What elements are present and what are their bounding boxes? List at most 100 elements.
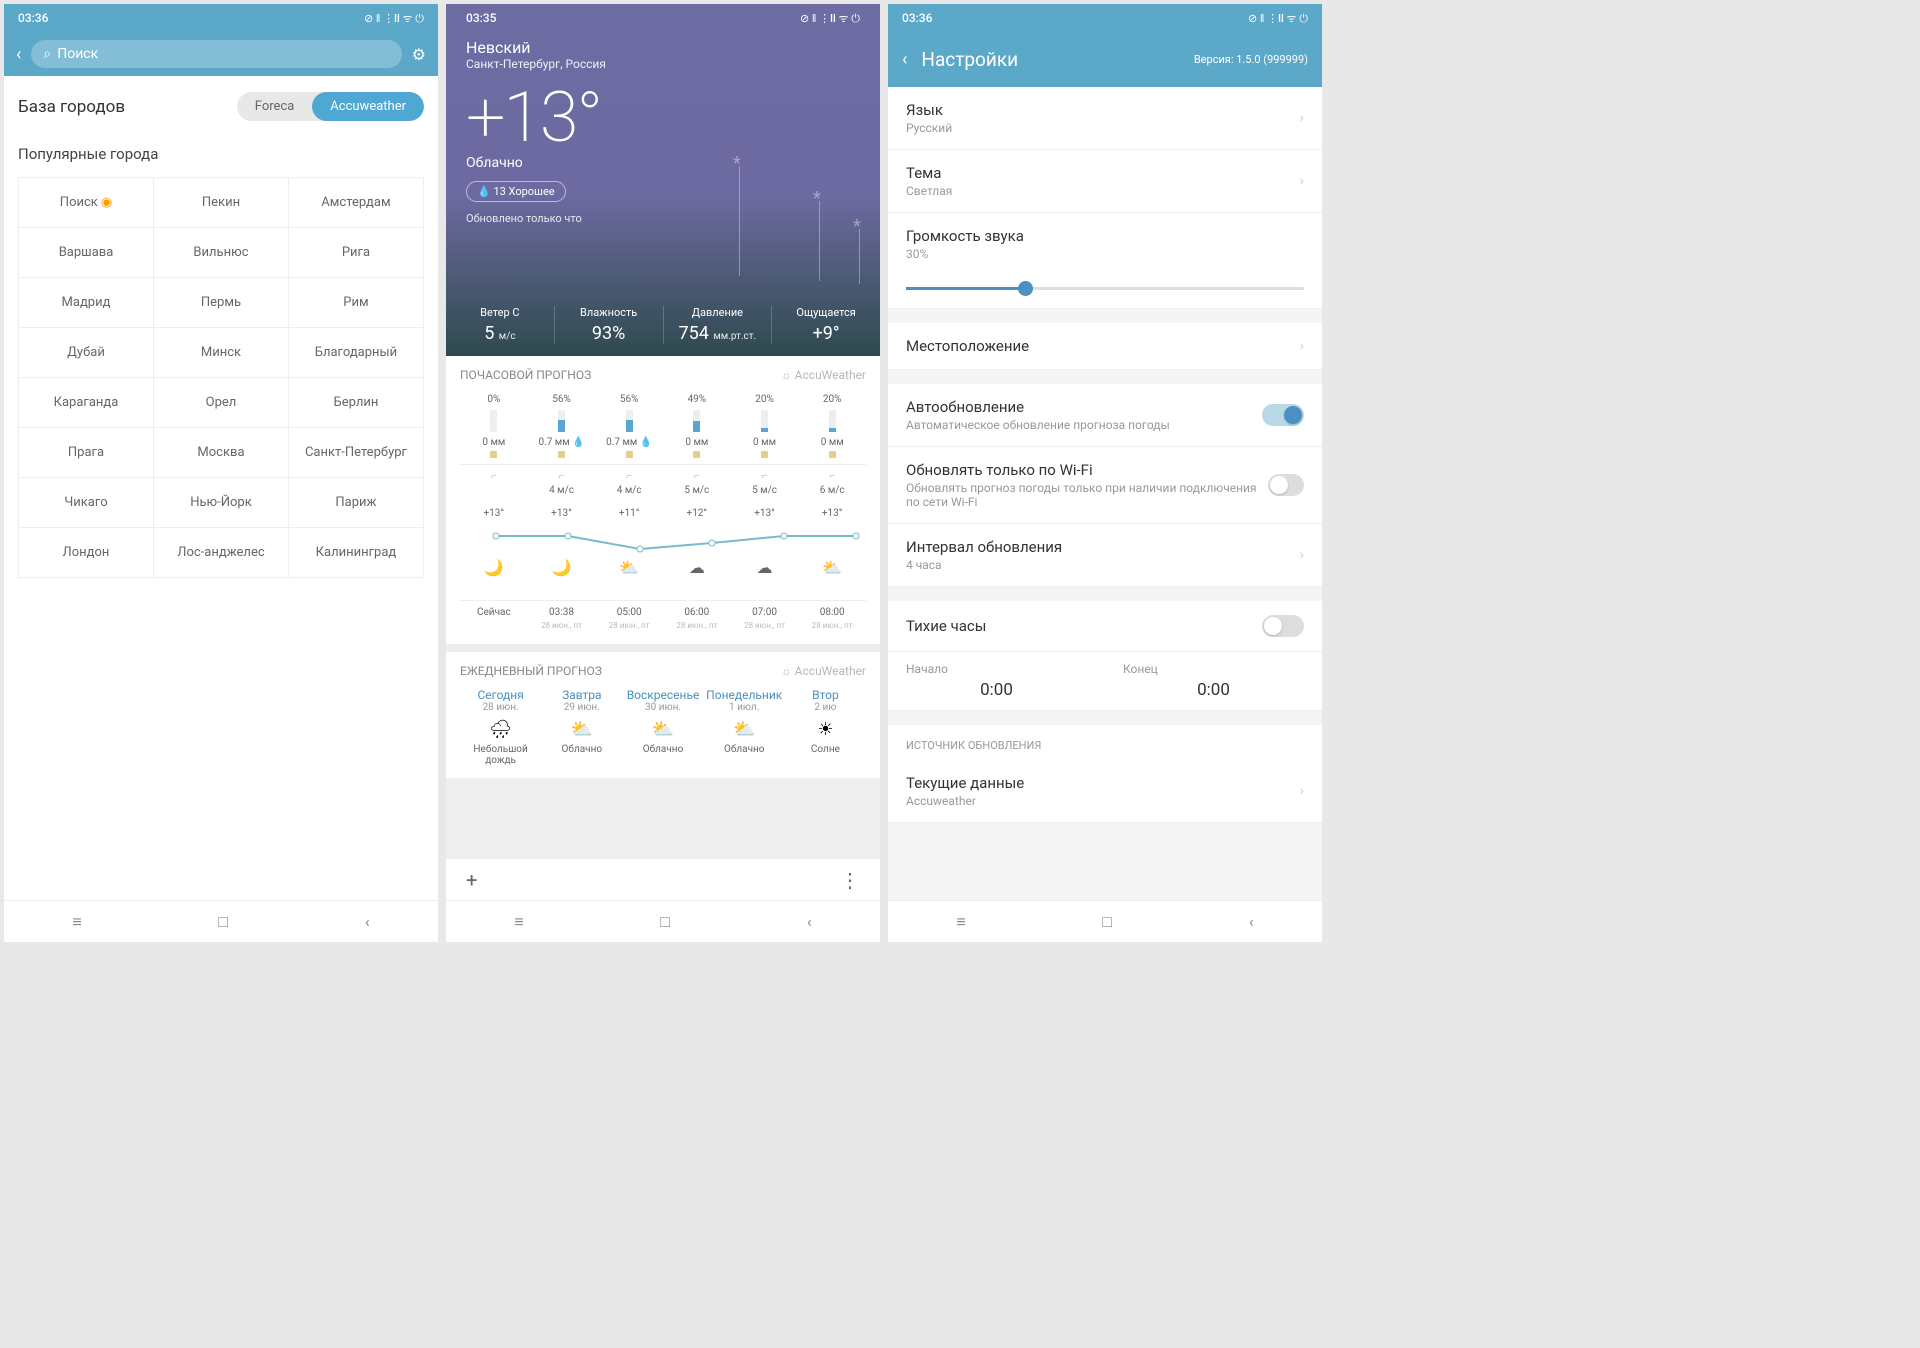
phone-settings: 03:36 ⊘ ‖ ⋮ll ᯤ ⏻ ‹Настройки Версия: 1.5… — [888, 4, 1322, 942]
status-time: 03:36 — [902, 11, 932, 25]
search-icon: ⌕ — [43, 46, 51, 62]
city-cell[interactable]: Лондон — [19, 528, 154, 578]
chevron-right-icon: › — [1300, 547, 1304, 563]
day-cell[interactable]: Понедельник1 июл.⛅Облачно — [704, 688, 785, 766]
city-cell[interactable]: Дубай — [19, 328, 154, 378]
city-cell[interactable]: Вильнюс — [154, 228, 289, 278]
hour-precip: 56%0.7 мм 💧 — [528, 392, 596, 460]
hour-temp: +11° — [595, 506, 663, 526]
tab-accuweather[interactable]: Accuweather — [312, 92, 424, 121]
hourly-title: ПОЧАСОВОЙ ПРОГНОЗ — [460, 368, 591, 382]
accuweather-logo: ☼ AccuWeather — [781, 368, 866, 382]
hour-wind: ⌐5 м/с — [663, 469, 731, 498]
location-name: Невский — [466, 32, 860, 57]
nav-home-icon[interactable]: □ — [1102, 912, 1112, 932]
chevron-right-icon: › — [1300, 338, 1304, 354]
nav-menu-icon[interactable]: ≡ — [72, 912, 81, 932]
city-cell[interactable]: Нью-Йорк — [154, 478, 289, 528]
add-button[interactable]: + — [466, 868, 477, 892]
nav-home-icon[interactable]: □ — [660, 912, 670, 932]
toggle-quiet-hours[interactable] — [1262, 615, 1304, 637]
hour-time: 05:0028 июн., пт — [595, 605, 663, 632]
row-location[interactable]: Местоположение› — [888, 323, 1322, 370]
city-cell[interactable]: Москва — [154, 428, 289, 478]
search-placeholder: Поиск — [57, 46, 98, 62]
chevron-right-icon: › — [1300, 173, 1304, 189]
row-autoupdate: АвтообновлениеАвтоматическое обновление … — [888, 384, 1322, 447]
start-value: 0:00 — [906, 680, 1087, 700]
toggle-autoupdate[interactable] — [1262, 404, 1304, 426]
chevron-right-icon: › — [1300, 783, 1304, 799]
navbar: ≡ □ ‹ — [446, 900, 880, 942]
hour-temp: +13° — [460, 506, 528, 526]
hour-temp: +13° — [528, 506, 596, 526]
city-cell[interactable]: Поиск◉ — [19, 178, 154, 228]
city-cell[interactable]: Берлин — [289, 378, 424, 428]
day-cell[interactable]: Воскресенье30 июн.⛅Облачно — [622, 688, 703, 766]
row-current-data[interactable]: Текущие данныеAccuweather› — [888, 760, 1322, 823]
cities-grid: Поиск◉ПекинАмстердам ВаршаваВильнюсРига Ма… — [18, 177, 424, 578]
accuweather-logo: ☼ AccuWeather — [781, 664, 866, 678]
status-time: 03:36 — [18, 11, 48, 25]
nav-menu-icon[interactable]: ≡ — [956, 912, 965, 932]
city-cell[interactable]: Санкт-Петербург — [289, 428, 424, 478]
popular-title: Популярные города — [18, 145, 424, 163]
hourly-card: ПОЧАСОВОЙ ПРОГНОЗ☼ AccuWeather 0%0 мм56%… — [446, 356, 880, 644]
city-cell[interactable]: Варшава — [19, 228, 154, 278]
city-cell[interactable]: Париж — [289, 478, 424, 528]
search-input[interactable]: ⌕ Поиск — [31, 40, 401, 68]
settings-body: ЯзыкРусский› ТемаСветлая› Громкость звук… — [888, 87, 1322, 900]
row-language[interactable]: ЯзыкРусский› — [888, 87, 1322, 150]
city-cell[interactable]: Орел — [154, 378, 289, 428]
volume-slider[interactable] — [888, 275, 1322, 309]
city-cell[interactable]: Пекин — [154, 178, 289, 228]
toggle-wifi-only[interactable] — [1268, 474, 1304, 496]
aqi-chip[interactable]: 💧 13 Хорошее — [466, 181, 566, 202]
row-volume: Громкость звука30% — [888, 213, 1322, 275]
row-interval[interactable]: Интервал обновления4 часа› — [888, 524, 1322, 587]
city-cell[interactable]: Лос-анджелес — [154, 528, 289, 578]
tab-foreca[interactable]: Foreca — [237, 92, 313, 121]
nav-menu-icon[interactable]: ≡ — [514, 912, 523, 932]
nav-back-icon[interactable]: ‹ — [1249, 912, 1254, 931]
hour-icon: ☁ — [731, 556, 799, 579]
hour-wind: ⌐4 м/с — [595, 469, 663, 498]
hour-precip: 49%0 мм — [663, 392, 731, 460]
row-quiet-times[interactable]: Начало0:00 Конец0:00 — [888, 652, 1322, 711]
city-cell[interactable]: Рига — [289, 228, 424, 278]
bottom-bar: + ⋮ — [446, 858, 880, 900]
day-cell[interactable]: Втор2 ию☀Солне — [785, 688, 866, 766]
hour-time: 03:3828 июн., пт — [528, 605, 596, 632]
city-cell[interactable]: Рим — [289, 278, 424, 328]
city-cell[interactable]: Благодарный — [289, 328, 424, 378]
hour-precip: 20%0 мм — [798, 392, 866, 460]
back-button[interactable]: ‹ — [16, 44, 21, 65]
city-cell[interactable]: Пермь — [154, 278, 289, 328]
row-quiet-hours: Тихие часы — [888, 601, 1322, 652]
back-button[interactable]: ‹ — [902, 49, 907, 70]
nav-back-icon[interactable]: ‹ — [807, 912, 812, 931]
city-cell[interactable]: Минск — [154, 328, 289, 378]
navbar: ≡ □ ‹ — [4, 900, 438, 942]
pressure-label: Давление — [664, 306, 772, 319]
settings-icon[interactable]: ⚙ — [412, 45, 426, 64]
daily-title: ЕЖЕДНЕВНЫЙ ПРОГНОЗ — [460, 664, 602, 678]
status-icons: ⊘ ‖ ⋮ll ᯤ ⏻ — [364, 11, 424, 26]
more-icon[interactable]: ⋮ — [840, 868, 860, 892]
hour-wind: ⌐ — [460, 469, 528, 498]
city-cell[interactable]: Калининград — [289, 528, 424, 578]
source-toggle: Foreca Accuweather — [237, 92, 424, 121]
hour-temp: +13° — [798, 506, 866, 526]
city-cell[interactable]: Мадрид — [19, 278, 154, 328]
nav-back-icon[interactable]: ‹ — [365, 912, 370, 931]
city-cell[interactable]: Прага — [19, 428, 154, 478]
status-icons: ⊘ ‖ ⋮ll ᯤ ⏻ — [1248, 11, 1308, 26]
city-cell[interactable]: Караганда — [19, 378, 154, 428]
city-cell[interactable]: Амстердам — [289, 178, 424, 228]
day-cell[interactable]: Завтра29 июн.⛅Облачно — [541, 688, 622, 766]
row-theme[interactable]: ТемаСветлая› — [888, 150, 1322, 213]
feels-label: Ощущается — [772, 306, 880, 319]
day-cell[interactable]: Сегодня28 июн.🌧Небольшой дождь — [460, 688, 541, 766]
nav-home-icon[interactable]: □ — [218, 912, 228, 932]
city-cell[interactable]: Чикаго — [19, 478, 154, 528]
